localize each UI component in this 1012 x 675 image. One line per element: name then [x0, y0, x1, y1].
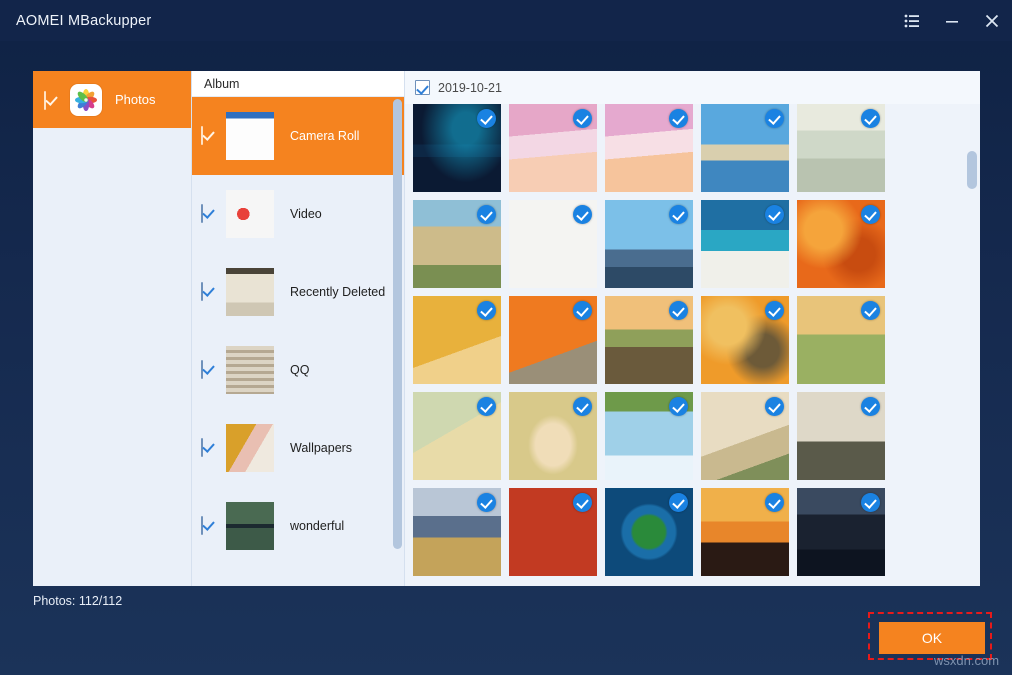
photo-thumbnail[interactable]	[413, 488, 501, 576]
photo-selected-badge[interactable]	[669, 397, 688, 416]
photo-selected-badge[interactable]	[669, 301, 688, 320]
album-item-checkbox[interactable]	[201, 439, 216, 457]
date-group-checkbox[interactable]	[415, 80, 430, 95]
album-header: Album	[192, 71, 404, 97]
photo-selected-badge[interactable]	[861, 301, 880, 320]
photo-selected-badge[interactable]	[669, 205, 688, 224]
album-item-video[interactable]: Video	[192, 175, 404, 253]
photo-selected-badge[interactable]	[765, 397, 784, 416]
album-item-label: Video	[290, 207, 322, 221]
photo-thumbnail[interactable]	[701, 200, 789, 288]
album-item-wallpapers[interactable]: Wallpapers	[192, 409, 404, 487]
photo-thumbnail[interactable]	[701, 104, 789, 192]
photo-thumbnail[interactable]	[509, 296, 597, 384]
photo-thumbnail[interactable]	[797, 104, 885, 192]
album-item-thumbnail	[226, 346, 274, 394]
photo-selected-badge[interactable]	[765, 205, 784, 224]
photo-selected-badge[interactable]	[861, 205, 880, 224]
photo-thumbnail[interactable]	[797, 296, 885, 384]
photo-thumbnail[interactable]	[413, 104, 501, 192]
photo-grid	[413, 104, 883, 576]
photo-selected-badge[interactable]	[765, 493, 784, 512]
close-icon[interactable]	[972, 0, 1012, 41]
album-item-qq[interactable]: QQ	[192, 331, 404, 409]
content-panel: Photos Album Camera Roll Video Recently De…	[33, 71, 980, 586]
photo-selected-badge[interactable]	[669, 109, 688, 128]
ok-button[interactable]: OK	[879, 622, 985, 654]
photo-selected-badge[interactable]	[573, 301, 592, 320]
album-item-wonderful[interactable]: wonderful	[192, 487, 404, 565]
photo-selected-badge[interactable]	[765, 109, 784, 128]
photo-thumbnail[interactable]	[605, 488, 693, 576]
photo-thumbnail[interactable]	[509, 200, 597, 288]
album-item-recently-deleted[interactable]: Recently Deleted	[192, 253, 404, 331]
album-item-thumbnail	[226, 502, 274, 550]
photo-scrollbar-thumb[interactable]	[967, 151, 977, 189]
album-item-label: Recently Deleted	[290, 285, 385, 299]
photo-selected-badge[interactable]	[477, 493, 496, 512]
album-item-checkbox[interactable]	[201, 205, 216, 223]
photo-selected-badge[interactable]	[477, 205, 496, 224]
album-item-label: Wallpapers	[290, 441, 352, 455]
photo-selected-badge[interactable]	[477, 109, 496, 128]
album-item-camera-roll[interactable]: Camera Roll	[192, 97, 404, 175]
photo-selected-badge[interactable]	[573, 493, 592, 512]
album-item-checkbox[interactable]	[201, 361, 216, 379]
album-item-thumbnail	[226, 268, 274, 316]
photos-checkbox[interactable]	[44, 92, 59, 107]
photo-thumbnail[interactable]	[509, 392, 597, 480]
watermark: wsxdn.com	[934, 653, 999, 668]
photo-column: 2019-10-21	[404, 71, 980, 586]
photo-thumbnail[interactable]	[701, 488, 789, 576]
photo-thumbnail[interactable]	[797, 200, 885, 288]
photo-thumbnail[interactable]	[509, 488, 597, 576]
photo-selected-badge[interactable]	[861, 493, 880, 512]
photo-selected-badge[interactable]	[861, 397, 880, 416]
source-column: Photos	[33, 71, 191, 586]
album-item-checkbox[interactable]	[201, 127, 216, 145]
album-list: Camera Roll Video Recently Deleted QQ Wallpa…	[192, 97, 404, 565]
photo-selected-badge[interactable]	[573, 397, 592, 416]
album-item-checkbox[interactable]	[201, 283, 216, 301]
date-group-header[interactable]: 2019-10-21	[405, 71, 980, 104]
photo-thumbnail[interactable]	[413, 200, 501, 288]
album-item-label: wonderful	[290, 519, 344, 533]
album-item-thumbnail	[226, 424, 274, 472]
window-controls	[892, 0, 1012, 41]
album-item-label: Camera Roll	[290, 129, 359, 143]
photo-selected-badge[interactable]	[573, 109, 592, 128]
album-scrollbar-thumb[interactable]	[393, 99, 402, 549]
photo-thumbnail[interactable]	[797, 488, 885, 576]
title-bar: AOMEI MBackupper	[0, 0, 1012, 41]
photo-thumbnail[interactable]	[605, 104, 693, 192]
album-item-thumbnail	[226, 112, 274, 160]
photo-selected-badge[interactable]	[861, 109, 880, 128]
photo-thumbnail[interactable]	[605, 296, 693, 384]
sidebar-item-photos[interactable]: Photos	[33, 71, 191, 128]
photo-thumbnail[interactable]	[605, 200, 693, 288]
album-item-checkbox[interactable]	[201, 517, 216, 535]
photos-app-icon	[70, 84, 102, 116]
photo-count-status: Photos: 112/112	[33, 594, 122, 608]
app-title: AOMEI MBackupper	[16, 13, 151, 29]
album-column: Album Camera Roll Video Recently Deleted QQ…	[191, 71, 404, 586]
photo-selected-badge[interactable]	[477, 301, 496, 320]
photo-thumbnail[interactable]	[509, 104, 597, 192]
photo-thumbnail[interactable]	[413, 392, 501, 480]
photo-selected-badge[interactable]	[669, 493, 688, 512]
list-view-icon[interactable]	[892, 0, 932, 41]
photo-thumbnail[interactable]	[701, 296, 789, 384]
photo-thumbnail[interactable]	[797, 392, 885, 480]
sidebar-item-label: Photos	[115, 92, 155, 107]
photo-selected-badge[interactable]	[573, 205, 592, 224]
minimize-icon[interactable]	[932, 0, 972, 41]
date-group-label: 2019-10-21	[438, 81, 502, 95]
photo-selected-badge[interactable]	[477, 397, 496, 416]
photo-thumbnail[interactable]	[701, 392, 789, 480]
photo-selected-badge[interactable]	[765, 301, 784, 320]
photo-thumbnail[interactable]	[413, 296, 501, 384]
photo-thumbnail[interactable]	[605, 392, 693, 480]
album-item-label: QQ	[290, 363, 309, 377]
album-item-thumbnail	[226, 190, 274, 238]
